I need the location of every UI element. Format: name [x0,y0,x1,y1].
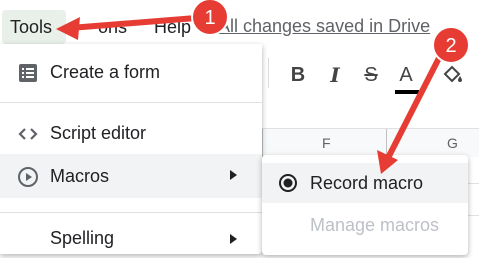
column-header-f[interactable]: F [322,135,331,151]
play-circle-icon [18,167,38,187]
menu-item-macros[interactable]: Macros [0,154,262,198]
menu-item-spelling[interactable]: Spelling [0,218,262,258]
tools-dropdown-menu: Create a form Script editor Macros Spell… [0,44,262,254]
menu-item-create-form[interactable]: Create a form [0,52,262,92]
submenu-arrow-icon [230,170,237,180]
text-color-button[interactable]: A [393,62,419,94]
code-icon [18,128,38,140]
menu-item-record-macro[interactable]: Record macro [262,163,468,203]
submenu-arrow-icon [230,234,237,244]
toolbar-divider [268,58,269,88]
text-color-swatch [395,90,419,94]
paint-bucket-icon [443,65,462,83]
menu-item-script-editor[interactable]: Script editor [0,113,262,153]
menu-item-label: Manage macros [310,215,440,235]
italic-button[interactable]: I [322,62,348,88]
fill-color-button[interactable] [440,62,466,88]
bold-button[interactable]: B [285,62,311,88]
menu-item-label: Spelling [50,228,115,248]
menu-help[interactable]: Help [154,17,191,38]
column-header-g[interactable]: G [447,135,458,151]
strikethrough-button[interactable]: S [358,62,384,88]
menu-divider [0,212,262,213]
column-divider [386,129,387,157]
menu-divider [0,102,262,103]
text-color-label: A [399,64,413,86]
record-icon [279,174,297,192]
menu-tools[interactable]: Tools [2,10,66,44]
menu-item-label: Create a form [50,62,161,82]
menu-item-label: Record macro [310,173,424,193]
column-divider [262,129,263,157]
macros-submenu: Record macro Manage macros [262,155,468,255]
menu-addons[interactable]: ons [98,17,127,38]
menu-item-manage-macros: Manage macros [262,205,468,245]
menu-item-label: Script editor [50,123,147,143]
form-icon [19,64,37,82]
menu-item-label: Macros [50,166,110,186]
menu-bar: Tools ons Help All changes saved in Driv… [0,0,479,46]
save-status-link[interactable]: All changes saved in Drive [218,16,430,37]
